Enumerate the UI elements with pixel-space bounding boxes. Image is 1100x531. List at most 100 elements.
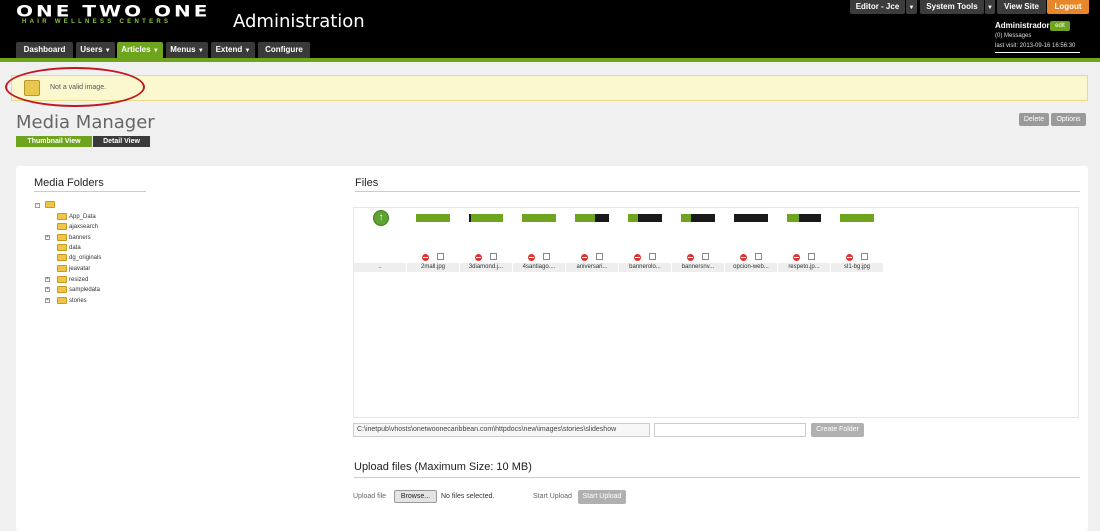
logout-button[interactable]: Logout [1047, 0, 1089, 14]
file-thumbnail[interactable] [469, 214, 503, 222]
delete-icon[interactable] [634, 254, 641, 261]
file-item[interactable]: 4santiago.... [513, 208, 565, 272]
delete-icon[interactable] [528, 254, 535, 261]
file-item[interactable]: opcion-web... [725, 208, 777, 272]
file-item[interactable]: bannerolo... [619, 208, 671, 272]
delete-icon[interactable] [793, 254, 800, 261]
select-checkbox[interactable] [649, 253, 656, 260]
file-thumbnail[interactable] [628, 214, 662, 222]
nav-tab-users[interactable]: Users ▼ [76, 42, 115, 58]
folder-up-item[interactable]: ↑ .. [354, 208, 406, 272]
folder-icon[interactable] [57, 297, 67, 304]
nav-tab-configure[interactable]: Configure [258, 42, 310, 58]
edit-user-button[interactable]: edit [1050, 21, 1070, 31]
folder-item[interactable]: dg_originals [69, 255, 101, 262]
nav-tab-label: Articles [121, 45, 151, 54]
file-thumbnail[interactable] [575, 214, 609, 222]
upload-heading: Upload files (Maximum Size: 10 MB) [354, 461, 532, 473]
folder-item[interactable]: sampledata [69, 287, 100, 294]
site-logo: ONE TWO ONE [16, 1, 211, 21]
folder-icon[interactable] [57, 265, 67, 272]
caret-down-icon: ▼ [908, 5, 915, 11]
folder-icon[interactable] [57, 223, 67, 230]
system-tools-dropdown[interactable]: ▼ [985, 0, 995, 14]
editor-jce-dropdown[interactable]: ▼ [906, 0, 917, 14]
folder-icon[interactable] [57, 254, 67, 261]
file-thumbnail[interactable] [840, 214, 874, 222]
nav-tab-dashboard[interactable]: Dashboard [16, 42, 73, 58]
nav-tab-label: Users [80, 45, 103, 54]
file-item[interactable]: respeto.jp... [778, 208, 830, 272]
folder-item[interactable]: banners [69, 235, 91, 242]
expand-icon[interactable]: + [45, 298, 50, 303]
folder-icon[interactable] [57, 276, 67, 283]
error-message: Not a valid image. [11, 75, 1088, 101]
messages-link[interactable]: (0) Messages [995, 33, 1031, 39]
select-checkbox[interactable] [437, 253, 444, 260]
folder-icon[interactable] [57, 213, 67, 220]
nav-tab-articles[interactable]: Articles ▼ [117, 42, 163, 58]
folder-icon[interactable] [57, 244, 67, 251]
file-item[interactable]: 3diamond.j... [460, 208, 512, 272]
expand-icon[interactable]: + [45, 235, 50, 240]
delete-icon[interactable] [475, 254, 482, 261]
detail-view-tab[interactable]: Detail View [93, 136, 150, 147]
delete-icon[interactable] [422, 254, 429, 261]
divider [995, 52, 1080, 53]
file-name: respeto.jp... [778, 263, 830, 272]
file-thumbnail[interactable] [416, 214, 450, 222]
expand-icon[interactable]: + [45, 277, 50, 282]
file-thumbnail[interactable] [522, 214, 556, 222]
select-checkbox[interactable] [543, 253, 550, 260]
delete-icon[interactable] [581, 254, 588, 261]
caret-down-icon: ▼ [987, 5, 993, 11]
highlight-annotation [5, 67, 145, 107]
file-thumbnail[interactable] [787, 214, 821, 222]
select-checkbox[interactable] [702, 253, 709, 260]
select-checkbox[interactable] [596, 253, 603, 260]
file-item[interactable]: aniversari... [566, 208, 618, 272]
file-item[interactable]: 2mall.jpg [407, 208, 459, 272]
options-button[interactable]: Options [1051, 113, 1086, 126]
delete-button[interactable]: Delete [1019, 113, 1049, 126]
header-accent-bar [0, 58, 1100, 62]
start-upload-button[interactable]: Start Upload [578, 490, 626, 504]
thumbnail-view-tab[interactable]: Thumbnail View [16, 136, 92, 147]
create-folder-button[interactable]: Create Folder [811, 423, 864, 437]
select-checkbox[interactable] [490, 253, 497, 260]
browse-button[interactable]: Browse... [394, 490, 437, 503]
nav-tab-menus[interactable]: Menus ▼ [166, 42, 208, 58]
select-checkbox[interactable] [755, 253, 762, 260]
expand-icon[interactable]: + [45, 287, 50, 292]
system-tools-button[interactable]: System Tools [920, 0, 984, 14]
folder-item[interactable]: stories [69, 298, 87, 305]
new-folder-input[interactable] [654, 423, 806, 437]
file-thumbnail[interactable] [681, 214, 715, 222]
folder-item[interactable]: jeavatar [69, 266, 90, 273]
folder-icon[interactable] [57, 234, 67, 241]
folder-item[interactable]: resized [69, 277, 88, 284]
folder-item[interactable]: App_Data [69, 214, 96, 221]
file-name: sl1-bg.jpg [831, 263, 883, 272]
view-site-button[interactable]: View Site [997, 0, 1046, 14]
delete-icon[interactable] [687, 254, 694, 261]
file-name: .. [354, 263, 406, 272]
file-name: aniversari... [566, 263, 618, 272]
delete-icon[interactable] [740, 254, 747, 261]
file-item[interactable]: sl1-bg.jpg [831, 208, 883, 272]
no-file-selected-text: No files selected. [441, 493, 495, 500]
delete-icon[interactable] [846, 254, 853, 261]
folder-up-icon[interactable]: ↑ [373, 210, 389, 226]
current-path-field[interactable]: C:\inetpub\vhosts\onetwoonecaribbean.com… [353, 423, 650, 437]
select-checkbox[interactable] [808, 253, 815, 260]
folder-item[interactable]: ajaxsearch [69, 224, 98, 231]
file-item[interactable]: bannersnv... [672, 208, 724, 272]
editor-jce-button[interactable]: Editor - Jce [850, 0, 905, 14]
nav-tab-extend[interactable]: Extend ▼ [211, 42, 255, 58]
file-thumbnail[interactable] [734, 214, 768, 222]
folder-item[interactable]: data [69, 245, 81, 252]
select-checkbox[interactable] [861, 253, 868, 260]
collapse-icon[interactable]: - [35, 203, 40, 208]
root-folder-icon[interactable] [45, 201, 55, 208]
folder-icon[interactable] [57, 286, 67, 293]
